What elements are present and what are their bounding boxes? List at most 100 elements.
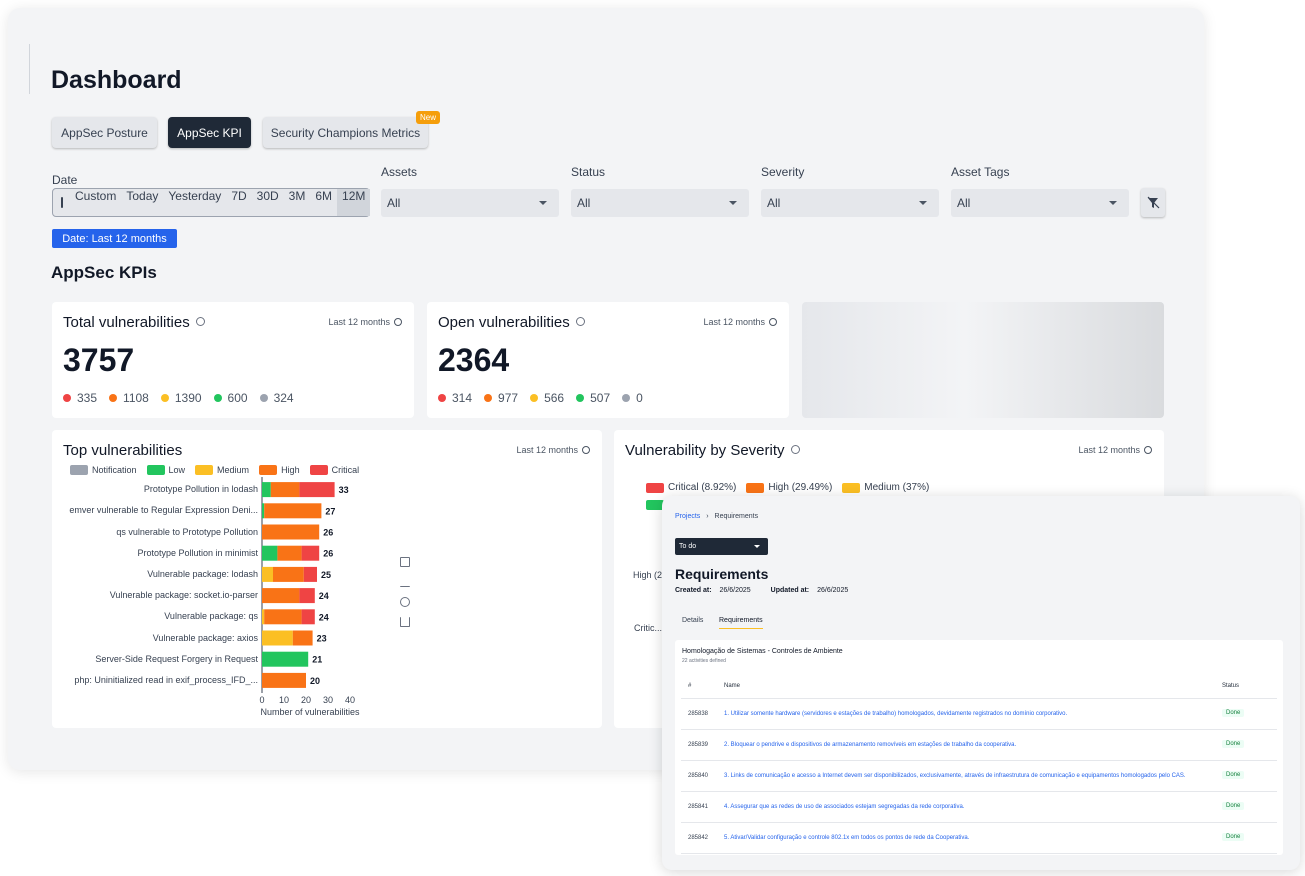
- table-row[interactable]: 285842 5. Ativar/Validar configuração e c…: [681, 823, 1277, 854]
- bar-segment-critical: [301, 545, 320, 561]
- status-badge: Done: [1222, 771, 1245, 779]
- requirements-title: Requirements: [675, 566, 769, 582]
- bar-chart-icon[interactable]: [400, 577, 410, 587]
- bar-segment-high: [262, 588, 300, 604]
- card-title: Vulnerability by Severity: [625, 442, 800, 459]
- bar-total-label: 25: [321, 570, 331, 580]
- status-select-value: To do: [679, 543, 697, 550]
- breadcrumb-projects[interactable]: Projects: [675, 513, 700, 520]
- assets-select[interactable]: All: [381, 189, 559, 217]
- severity-select[interactable]: All: [761, 189, 939, 217]
- date-range-selector: Custom Today Yesterday 7D 30D 3M 6M 12M: [52, 188, 371, 217]
- bar-segment-high: [264, 609, 302, 625]
- date-option-today[interactable]: Today: [121, 189, 163, 216]
- status-badge: Done: [1222, 802, 1245, 810]
- bar-segment-low: [262, 545, 278, 561]
- high-dot: [109, 394, 118, 402]
- card-period: Last 12 months: [328, 317, 402, 327]
- tab-security-champions-metrics[interactable]: Security Champions Metrics: [263, 117, 428, 148]
- x-tick-label: 40: [345, 695, 355, 705]
- row-name-link[interactable]: 1. Utilizar somente hardware (servidores…: [724, 711, 1067, 717]
- column-header-status: Status: [1222, 683, 1240, 689]
- date-option-custom[interactable]: Custom: [70, 189, 121, 216]
- date-option-12m[interactable]: 12M: [337, 189, 371, 216]
- row-name-link[interactable]: 3. Links de comunicação e acesso a Inter…: [724, 773, 1186, 779]
- status-select[interactable]: To do: [675, 538, 768, 555]
- info-icon[interactable]: [575, 317, 585, 326]
- bar-segment-high: [277, 545, 302, 561]
- medium-count: 566: [544, 391, 565, 405]
- legend-label: High (29.49%): [768, 482, 833, 493]
- bar-total-label: 26: [323, 549, 333, 559]
- date-option-6m[interactable]: 6M: [310, 189, 337, 216]
- bar-segment-critical: [299, 588, 315, 604]
- open-vulnerabilities-card: Open vulnerabilities Last 12 months 2364…: [427, 302, 789, 418]
- critical-dot: [63, 394, 71, 402]
- bar-total-label: 21: [312, 655, 322, 665]
- bar-segment-low: [262, 503, 265, 519]
- legend-item[interactable]: High (29.49%): [746, 482, 832, 493]
- row-name-link[interactable]: 2. Bloquear o pendrive e dispositivos de…: [724, 742, 1016, 748]
- card-title-text: Vulnerability by Severity: [625, 442, 785, 459]
- card-title: Open vulnerabilities: [438, 314, 585, 331]
- critical-count: 335: [77, 391, 98, 405]
- table-row[interactable]: 285841 4. Assegurar que as redes de uso d…: [681, 792, 1277, 823]
- asset-tags-select-value: All: [957, 196, 971, 210]
- axis-label-critical: Critic...: [634, 623, 662, 633]
- date-option-yesterday[interactable]: Yesterday: [163, 189, 226, 216]
- legend-swatch: [842, 482, 861, 493]
- filter-clear-icon: [1147, 196, 1160, 209]
- document-icon[interactable]: [400, 557, 410, 567]
- date-option-3m[interactable]: 3M: [284, 189, 311, 216]
- period-text: Last 12 months: [328, 317, 390, 327]
- clear-filters-button[interactable]: [1141, 188, 1165, 217]
- table-row[interactable]: 285839 2. Bloquear o pendrive e dispositi…: [681, 730, 1277, 761]
- status-select[interactable]: All: [571, 189, 749, 217]
- row-id: 285840: [688, 773, 709, 779]
- status-select-value: All: [577, 196, 591, 210]
- legend-item[interactable]: Medium (37%): [842, 482, 929, 493]
- status-badge: Done: [1222, 740, 1245, 748]
- download-icon[interactable]: [400, 617, 410, 627]
- chevron-right-icon: ›: [706, 513, 709, 520]
- table-row[interactable]: 285840 3. Links de comunicação e acesso a…: [681, 761, 1277, 792]
- tab-details[interactable]: Details: [682, 617, 703, 624]
- bar-total-label: 24: [319, 612, 329, 622]
- low-count: 600: [227, 391, 248, 405]
- notification-count: 0: [636, 391, 643, 405]
- date-option-7d[interactable]: 7D: [226, 189, 251, 216]
- info-icon[interactable]: [195, 317, 205, 326]
- critical-dot: [438, 394, 446, 402]
- date-option-30d[interactable]: 30D: [252, 189, 284, 216]
- low-dot: [576, 394, 585, 402]
- bar-total-label: 33: [339, 485, 349, 495]
- high-dot: [484, 394, 493, 402]
- dates-row: Created at: 26/6/2025 Updated at: 26/6/2…: [675, 587, 848, 594]
- date-filter-label: Date: [52, 173, 78, 187]
- row-name-link[interactable]: 4. Assegurar que as redes de uso de asso…: [724, 804, 964, 810]
- tab-requirements[interactable]: Requirements: [719, 617, 763, 629]
- legend-item[interactable]: Critical (8.92%): [646, 482, 736, 493]
- medium-dot: [160, 394, 169, 402]
- tab-appsec-kpi[interactable]: AppSec KPI: [168, 117, 251, 148]
- status-filter-label: Status: [571, 165, 606, 179]
- table-row[interactable]: 285838 1. Utilizar somente hardware (serv…: [681, 699, 1277, 730]
- info-icon[interactable]: [790, 445, 800, 454]
- total-count: 3757: [63, 342, 135, 378]
- refresh-icon[interactable]: [400, 597, 410, 607]
- total-vulnerabilities-card: Total vulnerabilities Last 12 months 375…: [52, 302, 414, 418]
- divider: [29, 44, 30, 94]
- bar-segment-critical: [301, 609, 315, 625]
- calendar-icon[interactable]: [61, 197, 63, 208]
- row-name-link[interactable]: 5. Ativar/Validar configuração e control…: [724, 835, 969, 841]
- asset-tags-select[interactable]: All: [951, 189, 1129, 217]
- chevron-down-icon: [919, 201, 927, 205]
- bar-total-label: 20: [310, 676, 320, 686]
- legend-label: Critical (8.92%): [668, 482, 737, 493]
- low-dot: [213, 394, 222, 402]
- tab-appsec-posture[interactable]: AppSec Posture: [52, 117, 157, 148]
- chevron-down-icon: [1109, 201, 1117, 205]
- asset-tags-filter-label: Asset Tags: [951, 165, 1010, 179]
- date-range-chip[interactable]: Date: Last 12 months: [52, 229, 177, 248]
- created-label: Created at:: [675, 587, 712, 594]
